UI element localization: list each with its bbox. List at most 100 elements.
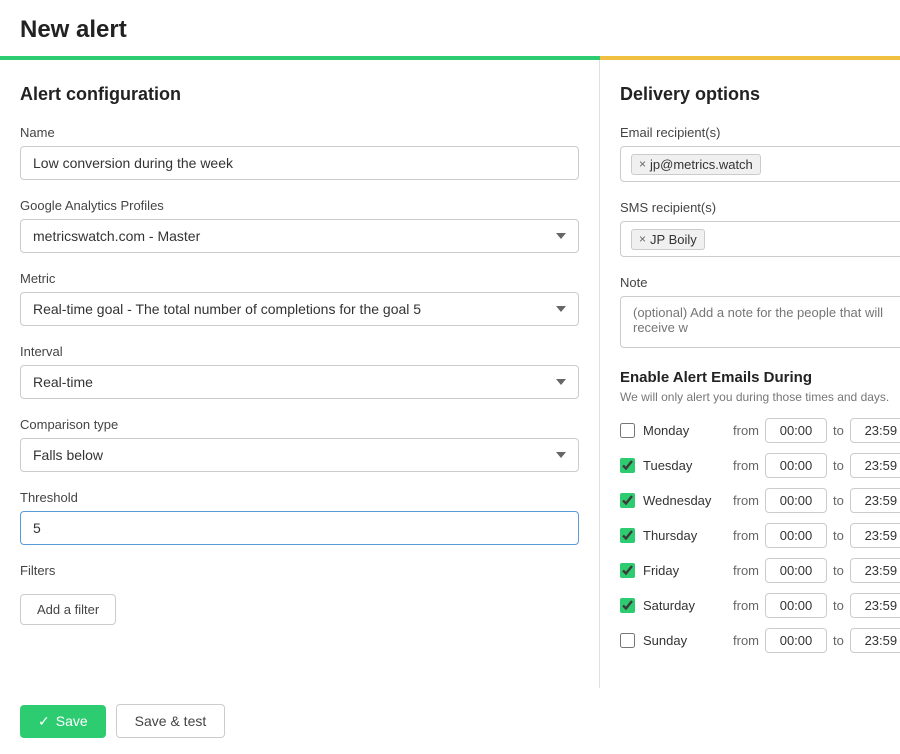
email-tag-remove[interactable]: × bbox=[639, 157, 646, 171]
day-label-wednesday: Wednesday bbox=[643, 493, 733, 508]
day-row: Saturdayfrom to bbox=[620, 593, 900, 618]
name-group: Name bbox=[20, 125, 579, 180]
email-recipient-label: Email recipient(s) bbox=[620, 125, 900, 140]
name-input[interactable] bbox=[20, 146, 579, 180]
enable-section-desc: We will only alert you during those time… bbox=[620, 390, 900, 404]
day-row: Thursdayfrom to bbox=[620, 523, 900, 548]
delivery-options-title: Delivery options bbox=[620, 84, 900, 105]
add-filter-button[interactable]: Add a filter bbox=[20, 594, 116, 625]
day-checkbox-wednesday[interactable] bbox=[620, 493, 635, 508]
sms-recipient-box[interactable]: × JP Boily bbox=[620, 221, 900, 257]
day-label-tuesday: Tuesday bbox=[643, 458, 733, 473]
day-to-input-saturday[interactable] bbox=[850, 593, 900, 618]
day-label-sunday: Sunday bbox=[643, 633, 733, 648]
filters-label: Filters bbox=[20, 563, 579, 578]
comparison-type-label: Comparison type bbox=[20, 417, 579, 432]
day-row: Sundayfrom to bbox=[620, 628, 900, 653]
day-label-saturday: Saturday bbox=[643, 598, 733, 613]
days-container: MondayfromtoTuesdayfromtoWednesdayfromto… bbox=[620, 418, 900, 653]
day-checkbox-sunday[interactable] bbox=[620, 633, 635, 648]
ga-profiles-label: Google Analytics Profiles bbox=[20, 198, 579, 213]
interval-label: Interval bbox=[20, 344, 579, 359]
interval-select[interactable]: Real-time bbox=[20, 365, 579, 399]
page-title: New alert bbox=[20, 16, 880, 44]
sms-recipient-label: SMS recipient(s) bbox=[620, 200, 900, 215]
threshold-label: Threshold bbox=[20, 490, 579, 505]
metric-select[interactable]: Real-time goal - The total number of com… bbox=[20, 292, 579, 326]
day-from-label: from bbox=[733, 598, 759, 613]
day-from-input-wednesday[interactable] bbox=[765, 488, 827, 513]
main-layout: Alert configuration Name Google Analytic… bbox=[0, 60, 900, 688]
day-row: Tuesdayfrom to bbox=[620, 453, 900, 478]
checkmark-icon: ✓ bbox=[38, 713, 50, 730]
filters-section: Filters Add a filter bbox=[20, 563, 579, 625]
day-from-label: from bbox=[733, 423, 759, 438]
day-from-label: from bbox=[733, 458, 759, 473]
ga-profiles-select[interactable]: metricswatch.com - Master bbox=[20, 219, 579, 253]
day-row: Mondayfrom to bbox=[620, 418, 900, 443]
day-to-input-wednesday[interactable] bbox=[850, 488, 900, 513]
sms-tag-remove[interactable]: × bbox=[639, 232, 646, 246]
day-checkbox-saturday[interactable] bbox=[620, 598, 635, 613]
day-label-friday: Friday bbox=[643, 563, 733, 578]
day-to-label: to bbox=[833, 528, 844, 543]
day-to-label: to bbox=[833, 493, 844, 508]
day-from-label: from bbox=[733, 563, 759, 578]
threshold-input[interactable] bbox=[20, 511, 579, 545]
metric-label: Metric bbox=[20, 271, 579, 286]
save-label: Save bbox=[56, 713, 88, 729]
day-to-input-friday[interactable] bbox=[850, 558, 900, 583]
name-label: Name bbox=[20, 125, 579, 140]
email-tag-value: jp@metrics.watch bbox=[650, 157, 753, 172]
save-test-button[interactable]: Save & test bbox=[116, 704, 226, 738]
day-to-input-monday[interactable] bbox=[850, 418, 900, 443]
day-to-input-sunday[interactable] bbox=[850, 628, 900, 653]
left-panel: Alert configuration Name Google Analytic… bbox=[0, 60, 600, 688]
day-to-label: to bbox=[833, 598, 844, 613]
day-from-input-saturday[interactable] bbox=[765, 593, 827, 618]
day-row: Fridayfrom to bbox=[620, 558, 900, 583]
day-from-input-monday[interactable] bbox=[765, 418, 827, 443]
day-to-label: to bbox=[833, 458, 844, 473]
note-textarea[interactable] bbox=[620, 296, 900, 348]
email-recipient-box[interactable]: × jp@metrics.watch bbox=[620, 146, 900, 182]
threshold-group: Threshold bbox=[20, 490, 579, 545]
sms-tag: × JP Boily bbox=[631, 229, 705, 250]
day-label-monday: Monday bbox=[643, 423, 733, 438]
day-to-label: to bbox=[833, 633, 844, 648]
ga-profiles-group: Google Analytics Profiles metricswatch.c… bbox=[20, 198, 579, 253]
day-from-label: from bbox=[733, 493, 759, 508]
alert-config-title: Alert configuration bbox=[20, 84, 579, 105]
right-panel: Delivery options Email recipient(s) × jp… bbox=[600, 60, 900, 688]
day-from-input-friday[interactable] bbox=[765, 558, 827, 583]
note-label: Note bbox=[620, 275, 900, 290]
day-from-input-sunday[interactable] bbox=[765, 628, 827, 653]
day-from-input-tuesday[interactable] bbox=[765, 453, 827, 478]
day-from-label: from bbox=[733, 633, 759, 648]
day-row: Wednesdayfrom to bbox=[620, 488, 900, 513]
day-to-label: to bbox=[833, 563, 844, 578]
day-checkbox-monday[interactable] bbox=[620, 423, 635, 438]
sms-tag-value: JP Boily bbox=[650, 232, 697, 247]
save-button[interactable]: ✓ Save bbox=[20, 705, 106, 738]
comparison-type-select[interactable]: Falls below bbox=[20, 438, 579, 472]
day-to-input-thursday[interactable] bbox=[850, 523, 900, 548]
day-checkbox-thursday[interactable] bbox=[620, 528, 635, 543]
page-header: New alert bbox=[0, 0, 900, 56]
day-from-input-thursday[interactable] bbox=[765, 523, 827, 548]
day-to-input-tuesday[interactable] bbox=[850, 453, 900, 478]
comparison-type-group: Comparison type Falls below bbox=[20, 417, 579, 472]
enable-section-title: Enable Alert Emails During bbox=[620, 369, 900, 386]
interval-group: Interval Real-time bbox=[20, 344, 579, 399]
metric-group: Metric Real-time goal - The total number… bbox=[20, 271, 579, 326]
day-checkbox-tuesday[interactable] bbox=[620, 458, 635, 473]
email-tag: × jp@metrics.watch bbox=[631, 154, 761, 175]
day-from-label: from bbox=[733, 528, 759, 543]
note-group: Note bbox=[620, 275, 900, 351]
email-recipient-group: Email recipient(s) × jp@metrics.watch bbox=[620, 125, 900, 182]
day-to-label: to bbox=[833, 423, 844, 438]
sms-recipient-group: SMS recipient(s) × JP Boily bbox=[620, 200, 900, 257]
day-label-thursday: Thursday bbox=[643, 528, 733, 543]
enable-alert-section: Enable Alert Emails During We will only … bbox=[620, 369, 900, 653]
day-checkbox-friday[interactable] bbox=[620, 563, 635, 578]
